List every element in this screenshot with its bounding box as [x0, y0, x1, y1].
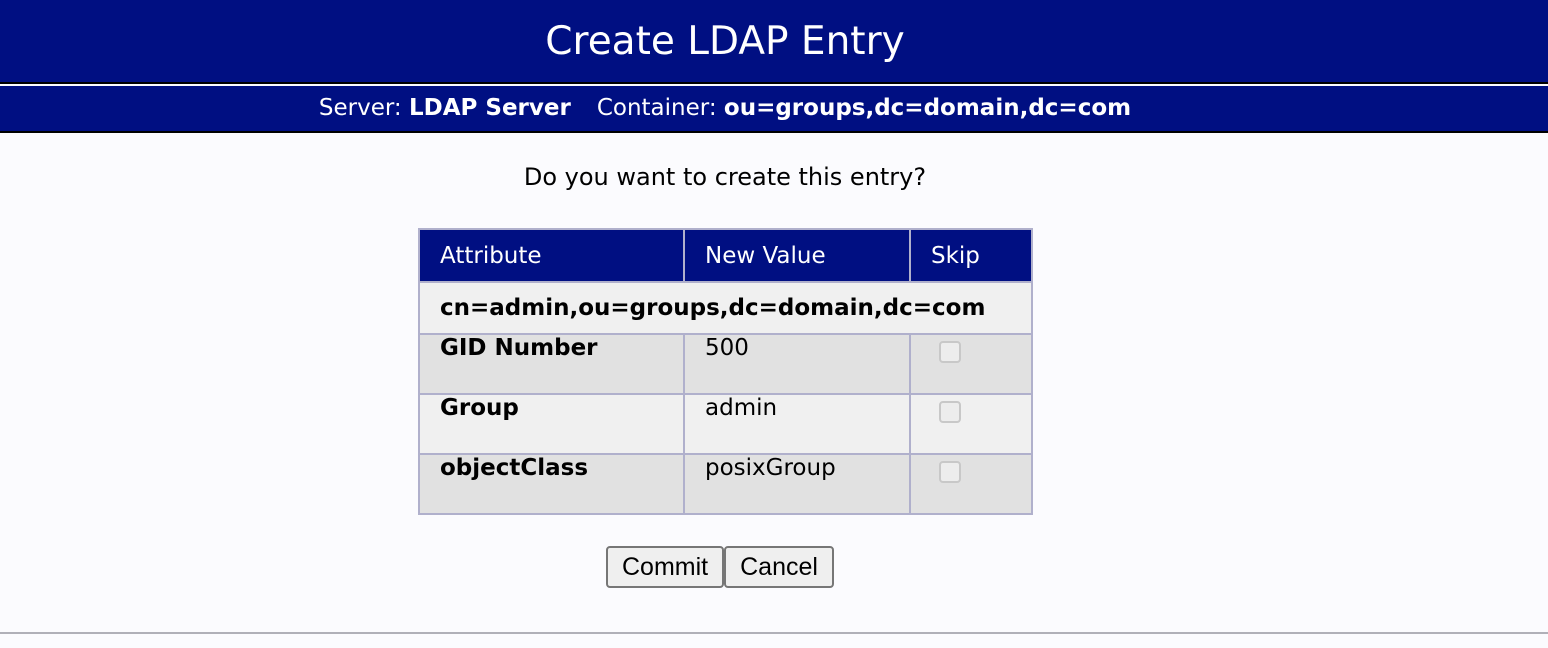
server-info-bar: Server: LDAP Server Container: ou=groups,…	[0, 86, 1548, 133]
server-name: LDAP Server	[408, 95, 571, 121]
footer-divider	[0, 632, 1548, 634]
attribute-name: objectClass	[418, 453, 685, 515]
confirm-question: Do you want to create this entry?	[523, 163, 927, 191]
skip-cell	[909, 333, 1033, 395]
container-label: Container:	[596, 95, 717, 121]
column-header-attribute: Attribute	[418, 228, 685, 283]
skip-checkbox[interactable]	[939, 401, 961, 423]
dn-row: cn=admin,ou=groups,dc=domain,dc=com	[418, 281, 1033, 335]
commit-button[interactable]: Commit	[606, 546, 725, 588]
container-dn: ou=groups,dc=domain,dc=com	[723, 95, 1132, 121]
table-header-row: Attribute New Value Skip	[418, 228, 1033, 283]
attribute-value: posixGroup	[683, 453, 911, 515]
skip-cell	[909, 393, 1033, 455]
entry-table: Attribute New Value Skip cn=admin,ou=gro…	[418, 228, 1033, 515]
skip-checkbox[interactable]	[939, 341, 961, 363]
server-info: Server: LDAP Server Container: ou=groups,…	[0, 86, 1450, 131]
column-header-new-value: New Value	[683, 228, 911, 283]
table-row: GID Number 500	[418, 333, 1033, 395]
entry-dn: cn=admin,ou=groups,dc=domain,dc=com	[418, 281, 1033, 335]
attribute-value: 500	[683, 333, 911, 395]
table-row: Group admin	[418, 393, 1033, 455]
column-header-skip: Skip	[909, 228, 1033, 283]
server-label: Server:	[318, 95, 402, 121]
skip-checkbox[interactable]	[939, 461, 961, 483]
cancel-button[interactable]: Cancel	[724, 546, 834, 588]
attribute-name: GID Number	[418, 333, 685, 395]
title-bar: Create LDAP Entry	[0, 0, 1548, 84]
action-buttons: Commit Cancel	[606, 546, 834, 588]
attribute-name: Group	[418, 393, 685, 455]
attribute-value: admin	[683, 393, 911, 455]
table-row: objectClass posixGroup	[418, 453, 1033, 515]
page-title: Create LDAP Entry	[545, 19, 905, 64]
skip-cell	[909, 453, 1033, 515]
